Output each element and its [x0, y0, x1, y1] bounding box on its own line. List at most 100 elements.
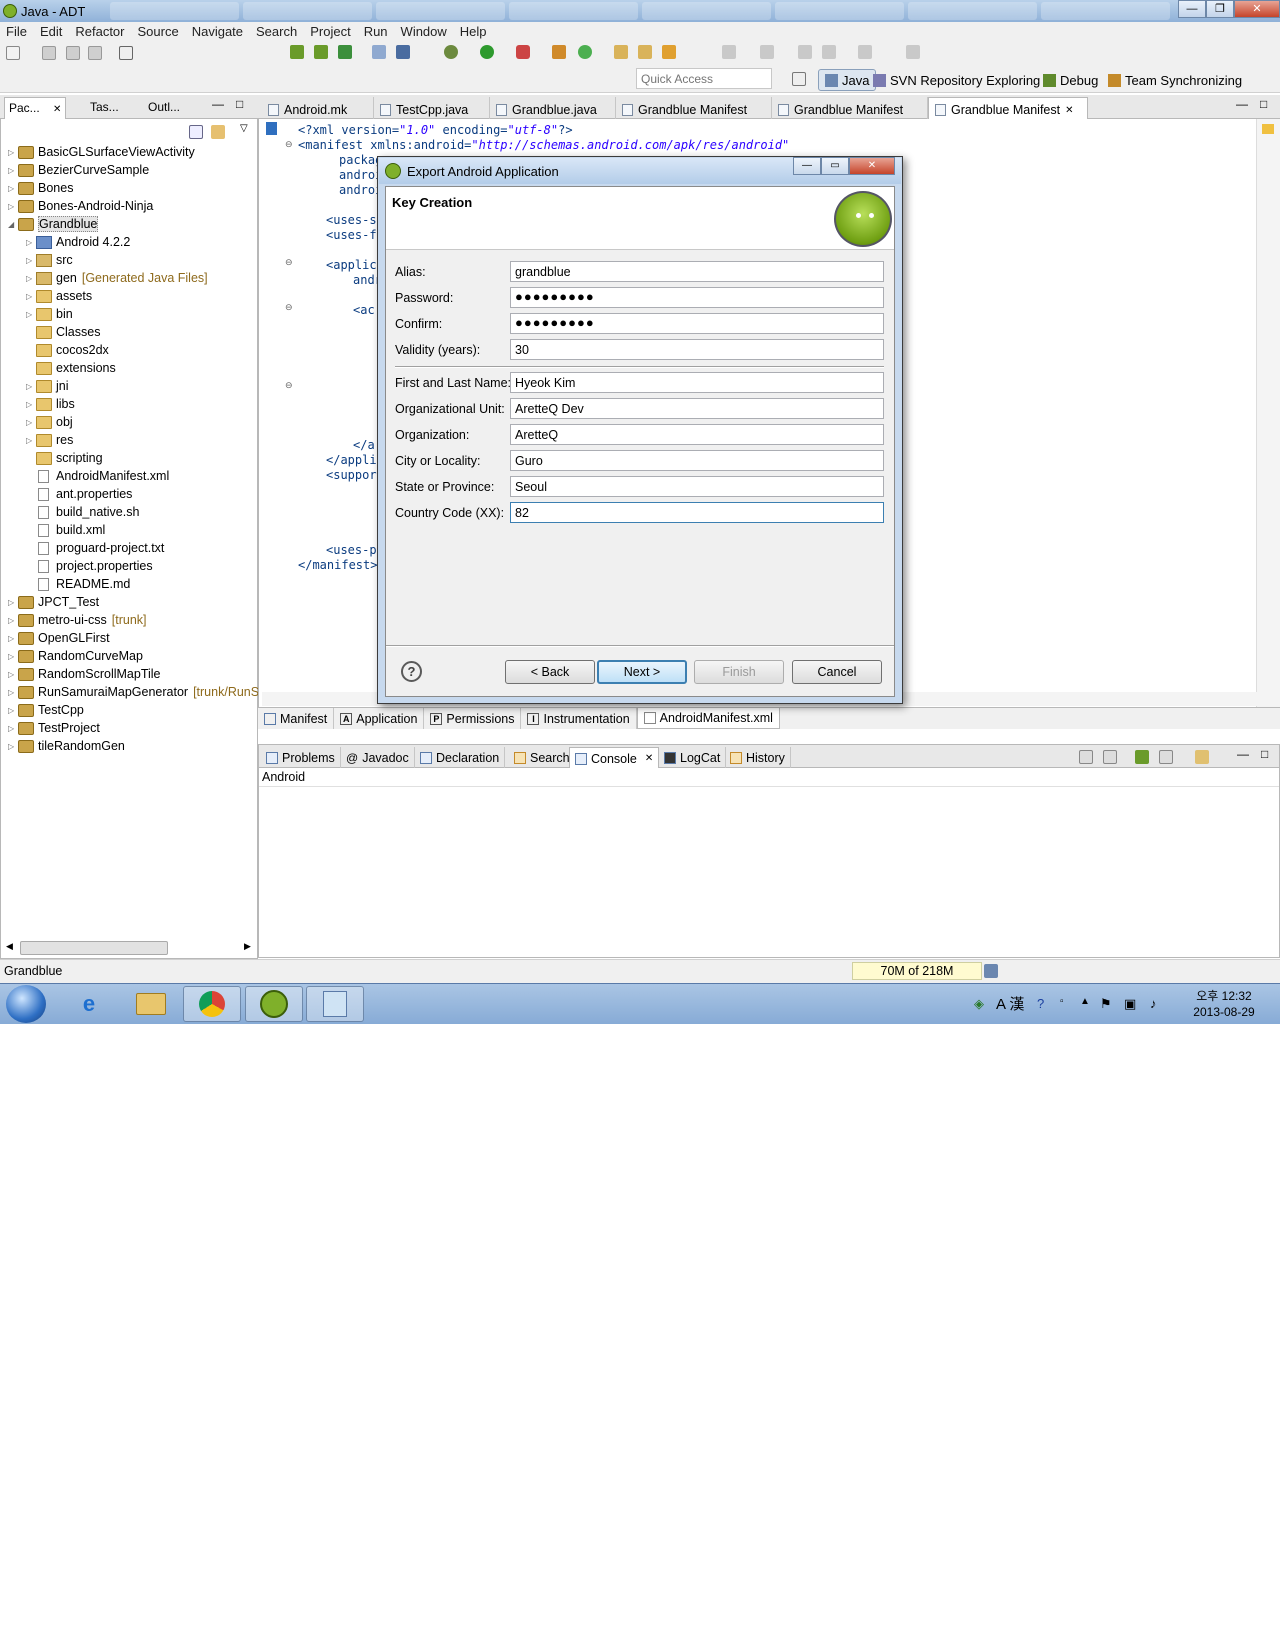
cancel-button[interactable]: Cancel [792, 660, 882, 684]
pin-console-icon[interactable] [1135, 750, 1149, 764]
clear-console-icon[interactable] [1079, 750, 1093, 764]
menu-project[interactable]: Project [310, 24, 350, 39]
save-all-icon[interactable] [66, 46, 80, 60]
new-java-class-icon[interactable] [578, 45, 592, 59]
tree-expand-icon[interactable]: ▷ [8, 598, 18, 607]
tree-item[interactable]: ▷ res [26, 431, 73, 449]
action-center-flag-icon[interactable]: ⚑ [1100, 996, 1112, 1012]
run-icon[interactable] [480, 45, 494, 59]
tab-android-mk[interactable]: Android.mk [262, 97, 374, 119]
fold-icon[interactable]: ⊖ [285, 302, 293, 313]
ime-help-icon[interactable]: ? [1037, 996, 1044, 1011]
maximize-view-icon[interactable]: □ [236, 97, 243, 111]
show-hidden-icons-icon[interactable]: ▲ [1080, 996, 1090, 1007]
tree-expand-icon[interactable]: ▷ [26, 382, 36, 391]
forward-icon[interactable] [858, 45, 872, 59]
fold-icon[interactable]: ⊖ [285, 380, 293, 391]
tree-expand-icon[interactable]: ▷ [26, 256, 36, 265]
tree-item[interactable]: ▷ Android 4.2.2 [26, 233, 130, 251]
start-button[interactable] [6, 985, 46, 1023]
tree-expand-icon[interactable]: ▷ [8, 742, 18, 751]
tab-manifest-1[interactable]: Grandblue Manifest [616, 97, 772, 119]
menu-edit[interactable]: Edit [40, 24, 62, 39]
minimize-button[interactable]: — [1178, 0, 1206, 18]
skip-breakpoints-icon[interactable] [396, 45, 410, 59]
tree-item[interactable]: build.xml [26, 521, 105, 539]
minimize-console-icon[interactable]: — [1237, 747, 1249, 761]
tab-javadoc[interactable]: @ Javadoc [341, 747, 415, 769]
password-field[interactable]: ●●●●●●●●● [510, 287, 884, 308]
tab-problems[interactable]: Problems [261, 747, 341, 769]
scroll-left-icon[interactable]: ◀ [6, 941, 13, 952]
system-clock[interactable]: 오후 12:32 2013-08-29 [1172, 988, 1276, 1022]
tree-item[interactable]: cocos2dx [26, 341, 109, 359]
tree-item[interactable]: ant.properties [26, 485, 132, 503]
dialog-maximize-button[interactable]: ▭ [821, 157, 849, 175]
last-edit-icon[interactable] [798, 45, 812, 59]
taskbar-explorer[interactable] [122, 986, 180, 1022]
perspective-team-sync[interactable]: Team Synchronizing [1108, 69, 1242, 91]
state-field[interactable] [510, 476, 884, 497]
tree-item[interactable]: ▷ bin [26, 305, 73, 323]
link-with-editor-icon[interactable] [211, 125, 225, 139]
tree-expand-icon[interactable]: ▷ [8, 724, 18, 733]
tree-item[interactable]: ▷ BasicGLSurfaceViewActivity [8, 143, 195, 161]
next-button[interactable]: Next > [597, 660, 687, 684]
debug-icon[interactable] [444, 45, 458, 59]
city-field[interactable] [510, 450, 884, 471]
menu-search[interactable]: Search [256, 24, 297, 39]
volume-icon[interactable]: ♪ [1150, 996, 1157, 1011]
perspective-debug[interactable]: Debug [1043, 69, 1098, 91]
tab-manifest[interactable]: Manifest [258, 708, 335, 729]
tree-item[interactable]: extensions [26, 359, 116, 377]
name-field[interactable] [510, 372, 884, 393]
tree-item[interactable]: ▷ libs [26, 395, 75, 413]
ime-mode[interactable]: A 漢 [996, 993, 1024, 1014]
menu-help[interactable]: Help [460, 24, 487, 39]
tree-expand-icon[interactable]: ▷ [26, 310, 36, 319]
tree-item[interactable]: ▷ RandomScrollMapTile [8, 665, 161, 683]
new-icon[interactable] [6, 46, 20, 60]
tree-item[interactable]: ▷ Bones-Android-Ninja [8, 197, 153, 215]
new-android-project-icon[interactable] [372, 45, 386, 59]
console-output[interactable]: Android [258, 768, 1280, 958]
tab-outline[interactable]: Outl... [144, 97, 184, 119]
tab-package-explorer[interactable]: Pac... ✕ [4, 97, 67, 119]
alias-field[interactable] [510, 261, 884, 282]
menu-window[interactable]: Window [401, 24, 447, 39]
tree-item[interactable]: build_native.sh [26, 503, 139, 521]
menu-file[interactable]: File [6, 24, 27, 39]
menu-source[interactable]: Source [138, 24, 179, 39]
ime-options-icon[interactable]: ▫ [1060, 996, 1064, 1007]
prev-annotation-icon[interactable] [760, 45, 774, 59]
close-icon[interactable]: ✕ [53, 104, 61, 115]
collapse-all-icon[interactable] [189, 125, 203, 139]
scroll-lock-icon[interactable] [1103, 750, 1117, 764]
tree-item[interactable]: ▷ OpenGLFirst [8, 629, 110, 647]
tree-item[interactable]: Classes [26, 323, 100, 341]
open-task-icon[interactable] [638, 45, 652, 59]
menu-run[interactable]: Run [364, 24, 388, 39]
fold-icon[interactable]: ⊖ [285, 257, 293, 268]
taskbar-adt[interactable] [245, 986, 303, 1022]
ime-language-icon[interactable]: ◈ [974, 996, 984, 1012]
fold-icon[interactable]: ⊖ [285, 139, 293, 150]
tree-expand-icon[interactable]: ▷ [8, 652, 18, 661]
tree-expand-icon[interactable]: ▷ [8, 670, 18, 679]
menu-navigate[interactable]: Navigate [192, 24, 243, 39]
tree-item[interactable]: ▷ tileRandomGen [8, 737, 125, 755]
tab-manifest-2[interactable]: Grandblue Manifest [772, 97, 928, 119]
dialog-minimize-button[interactable]: — [793, 157, 821, 175]
tree-item[interactable]: AndroidManifest.xml [26, 467, 169, 485]
quick-access-input[interactable] [636, 68, 772, 89]
tree-collapse-icon[interactable]: ◢ [8, 220, 18, 229]
tab-search[interactable]: Search [509, 747, 576, 769]
tree-item[interactable]: ▷ gen [Generated Java Files] [26, 269, 208, 287]
tree-expand-icon[interactable]: ▷ [26, 238, 36, 247]
tree-item[interactable]: project.properties [26, 557, 153, 575]
tree-item[interactable]: ▷ TestCpp [8, 701, 84, 719]
back-icon[interactable] [822, 45, 836, 59]
save-icon[interactable] [42, 46, 56, 60]
tab-console[interactable]: Console ✕ [569, 747, 660, 769]
tree-item[interactable]: ▷ Bones [8, 179, 73, 197]
